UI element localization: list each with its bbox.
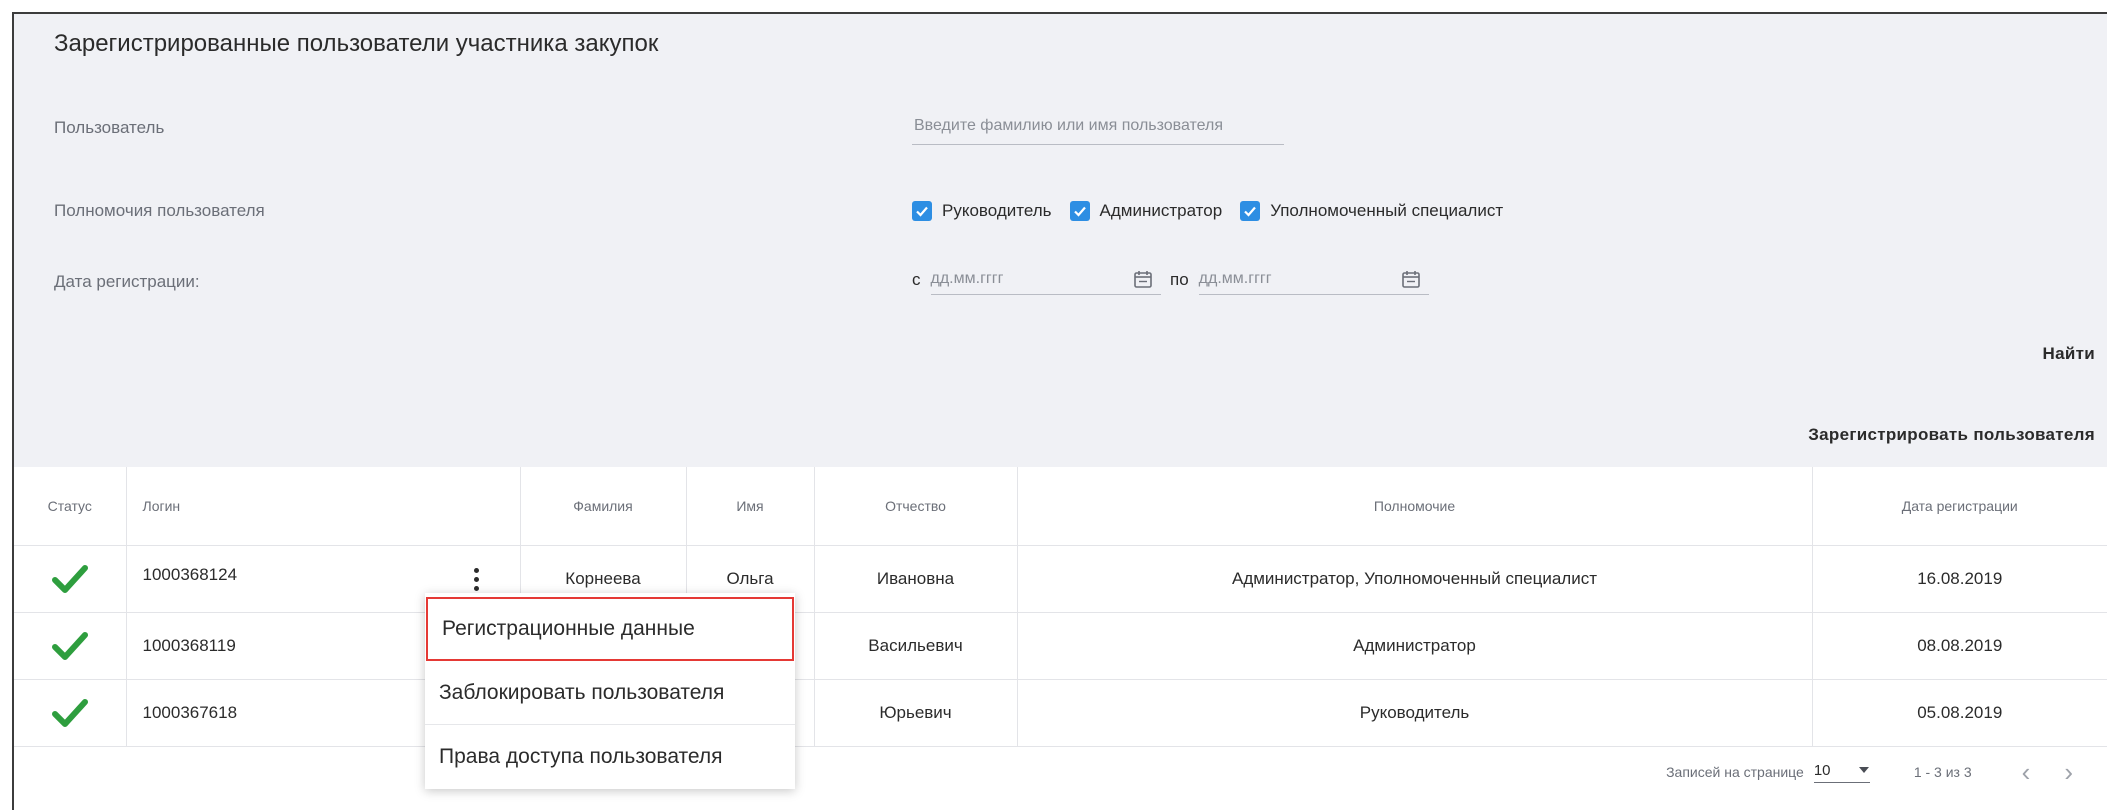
checkbox-checked-icon[interactable] — [912, 201, 932, 221]
rights-cell: Руководитель — [1017, 679, 1813, 747]
rights-cell: Администратор — [1017, 612, 1813, 680]
column-header-rights[interactable]: Полномочие — [1017, 467, 1813, 546]
rights-label: Полномочия пользователя — [54, 201, 265, 220]
date-cell: 16.08.2019 — [1812, 545, 2107, 613]
column-header-first-name[interactable]: Имя — [686, 467, 815, 546]
date-to-placeholder: дд.мм.гггг — [1198, 270, 1272, 287]
pagination: Записей на странице 10 1 - 3 из 3 ‹ › — [1666, 747, 2107, 797]
date-to-group: по дд.мм.гггг — [1170, 264, 1429, 295]
patronymic-cell: Васильевич — [814, 612, 1018, 680]
check-icon — [51, 699, 88, 727]
checkbox-upolnomochenny[interactable]: Уполномоченный специалист — [1240, 201, 1503, 221]
status-cell — [14, 679, 127, 747]
per-page-value: 10 — [1813, 761, 1831, 779]
login-text: 1000368124 — [142, 565, 238, 584]
user-label: Пользователь — [54, 118, 165, 137]
date-from-input[interactable]: дд.мм.гггг — [930, 264, 1161, 295]
rights-cell: Администратор, Уполномоченный специалист — [1017, 545, 1813, 613]
row-context-menu: Регистрационные данные Заблокировать пол… — [425, 593, 795, 789]
users-table: Статус Логин Фамилия Имя Отчество Полном… — [14, 467, 2107, 747]
checkbox-label: Администратор — [1099, 201, 1223, 220]
check-icon — [51, 632, 88, 660]
date-from-placeholder: дд.мм.гггг — [930, 270, 1004, 287]
rights-checkboxes: Руководитель Администратор Уполномоченны… — [912, 197, 1503, 225]
register-user-button[interactable]: Зарегистрировать пользователя — [1808, 425, 2095, 445]
chevron-right-icon[interactable]: › — [2064, 759, 2073, 785]
find-button[interactable]: Найти — [2043, 344, 2095, 364]
date-to-prefix: по — [1170, 269, 1189, 289]
table-header-row: Статус Логин Фамилия Имя Отчество Полном… — [14, 467, 2107, 546]
patronymic-cell: Юрьевич — [814, 679, 1018, 747]
users-panel: Зарегистрированные пользователи участник… — [12, 12, 2107, 810]
calendar-icon[interactable] — [1401, 269, 1421, 289]
checkbox-checked-icon[interactable] — [1069, 201, 1090, 221]
checkbox-label: Уполномоченный специалист — [1270, 201, 1504, 220]
patronymic-cell: Ивановна — [814, 545, 1018, 613]
column-header-patronymic[interactable]: Отчество — [814, 467, 1018, 546]
check-icon — [51, 565, 88, 593]
checkbox-checked-icon[interactable] — [1240, 201, 1261, 221]
date-from-prefix: с — [912, 269, 921, 289]
per-page-select[interactable]: 10 — [1813, 761, 1870, 783]
table-row[interactable]: 1000368124 Корнеева Ольга Ивановна Админ… — [14, 545, 2107, 613]
menu-item-registration-data[interactable]: Регистрационные данные — [426, 597, 794, 661]
checkbox-administrator[interactable]: Администратор — [1069, 201, 1223, 221]
page-range: 1 - 3 из 3 — [1913, 764, 1972, 780]
checkbox-rukovoditel[interactable]: Руководитель — [912, 201, 1052, 221]
more-vert-icon[interactable] — [468, 565, 486, 593]
dropdown-arrow-icon — [1858, 767, 1869, 773]
date-cell: 08.08.2019 — [1812, 612, 2107, 680]
menu-item-access-rights[interactable]: Права доступа пользователя — [425, 725, 795, 789]
date-to-input[interactable]: дд.мм.гггг — [1198, 264, 1429, 295]
checkbox-label: Руководитель — [942, 201, 1052, 220]
status-cell — [14, 545, 127, 613]
chevron-left-icon[interactable]: ‹ — [2022, 759, 2031, 785]
table-row[interactable]: 1000368119 Васильевич Администратор 08.0… — [14, 612, 2107, 680]
column-header-status[interactable]: Статус — [14, 467, 127, 546]
page-title: Зарегистрированные пользователи участник… — [54, 30, 659, 57]
column-header-last-name[interactable]: Фамилия — [520, 467, 687, 546]
status-cell — [14, 612, 127, 680]
date-cell: 05.08.2019 — [1812, 679, 2107, 747]
date-from-group: с дд.мм.гггг — [912, 264, 1161, 295]
menu-item-block-user[interactable]: Заблокировать пользователя — [425, 661, 795, 725]
user-search-input[interactable] — [912, 108, 1284, 145]
date-label: Дата регистрации: — [54, 272, 200, 291]
column-header-date[interactable]: Дата регистрации — [1812, 467, 2107, 546]
calendar-icon[interactable] — [1133, 269, 1153, 289]
filter-panel: Зарегистрированные пользователи участник… — [14, 14, 2107, 467]
table-row[interactable]: 1000367618 Юрьевич Руководитель 05.08.20… — [14, 679, 2107, 747]
per-page-label: Записей на странице — [1666, 764, 1804, 780]
login-text: 1000367618 — [142, 703, 238, 722]
login-text: 1000368119 — [142, 636, 236, 655]
column-header-login[interactable]: Логин — [126, 467, 521, 546]
